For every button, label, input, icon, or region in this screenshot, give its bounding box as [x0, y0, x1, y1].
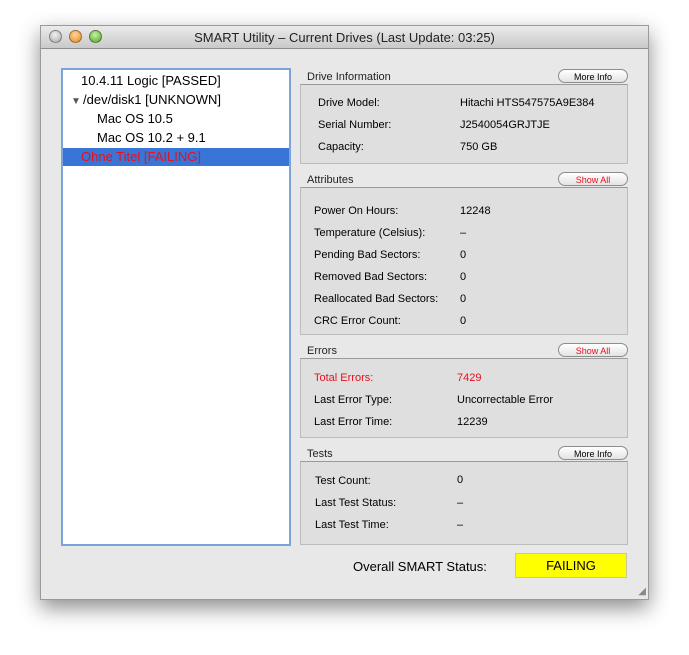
tree-item-label: Mac OS 10.5: [97, 111, 173, 126]
removed-bad-sectors-label: Removed Bad Sectors:: [314, 271, 428, 283]
errors-show-all-button[interactable]: Show All: [558, 343, 628, 357]
serial-number-value: J2540054GRJTJE: [460, 119, 550, 131]
capacity-label: Capacity:: [318, 141, 364, 153]
last-test-status-value: –: [457, 497, 464, 509]
errors-title: Errors: [307, 345, 337, 357]
attributes-title: Attributes: [307, 174, 354, 186]
tree-item-label: Mac OS 10.2 + 9.1: [97, 130, 206, 145]
tests-title: Tests: [307, 448, 333, 460]
last-error-type-label: Last Error Type:: [314, 394, 393, 406]
attributes-show-all-button[interactable]: Show All: [558, 172, 628, 186]
total-errors-value: 7429: [457, 372, 482, 384]
tree-item-disk1[interactable]: ▼/dev/disk1 [UNKNOWN]: [63, 91, 289, 109]
last-test-time-value: –: [457, 519, 464, 531]
window-title: SMART Utility – Current Drives (Last Upd…: [194, 30, 495, 45]
drive-info-more-info-button[interactable]: More Info: [558, 69, 628, 83]
test-count-value: 0: [457, 474, 464, 486]
reallocated-bad-sectors-value: 0: [460, 293, 467, 305]
errors-panel: Total Errors: 7429 Last Error Type: Unco…: [300, 358, 628, 438]
tests-more-info-button[interactable]: More Info: [558, 446, 628, 460]
power-on-hours-label: Power On Hours:: [314, 205, 399, 217]
smart-utility-window: SMART Utility – Current Drives (Last Upd…: [40, 25, 649, 600]
last-error-time-label: Last Error Time:: [314, 416, 393, 428]
tests-panel: Test Count: 0 Last Test Status: – Last T…: [300, 461, 628, 545]
drive-model-value: Hitachi HTS547575A9E384: [460, 97, 595, 109]
tree-item-macos-10-5[interactable]: Mac OS 10.5: [63, 110, 289, 128]
tree-item-logic[interactable]: 10.4.11 Logic [PASSED]: [63, 72, 289, 90]
tree-item-label: /dev/disk1 [UNKNOWN]: [83, 92, 221, 107]
temperature-value: –: [460, 227, 467, 239]
drive-info-panel: Drive Model: Hitachi HTS547575A9E384 Ser…: [300, 84, 628, 164]
last-error-type-value: Uncorrectable Error: [457, 394, 553, 406]
total-errors-label: Total Errors:: [314, 372, 374, 384]
tree-item-ohne-titel[interactable]: Ohne Titel [FAILING]: [63, 148, 289, 166]
resize-grip-icon[interactable]: ◢: [638, 586, 646, 597]
drive-model-label: Drive Model:: [318, 97, 380, 109]
last-test-time-label: Last Test Time:: [315, 519, 389, 531]
overall-status-label: Overall SMART Status:: [353, 559, 487, 574]
drive-list[interactable]: 10.4.11 Logic [PASSED] ▼/dev/disk1 [UNKN…: [61, 68, 291, 546]
tree-item-label: Ohne Titel [FAILING]: [81, 149, 201, 164]
pending-bad-sectors-label: Pending Bad Sectors:: [314, 249, 421, 261]
removed-bad-sectors-value: 0: [460, 271, 467, 283]
temperature-label: Temperature (Celsius):: [314, 227, 426, 239]
test-count-label: Test Count:: [315, 475, 371, 487]
disclosure-triangle-icon[interactable]: ▼: [71, 93, 83, 111]
title-bar[interactable]: SMART Utility – Current Drives (Last Upd…: [41, 26, 648, 49]
tree-item-macos-10-2[interactable]: Mac OS 10.2 + 9.1: [63, 129, 289, 147]
pending-bad-sectors-value: 0: [460, 249, 467, 261]
last-error-time-value: 12239: [457, 416, 488, 428]
last-test-status-label: Last Test Status:: [315, 497, 397, 509]
tree-item-label: 10.4.11 Logic [PASSED]: [81, 73, 221, 88]
overall-status-badge: FAILING: [515, 553, 627, 578]
reallocated-bad-sectors-label: Reallocated Bad Sectors:: [314, 293, 439, 305]
crc-error-count-value: 0: [460, 315, 467, 327]
crc-error-count-label: CRC Error Count:: [314, 315, 401, 327]
attributes-panel: Power On Hours: 12248 Temperature (Celsi…: [300, 187, 628, 335]
serial-number-label: Serial Number:: [318, 119, 392, 131]
power-on-hours-value: 12248: [460, 205, 491, 217]
drive-info-title: Drive Information: [307, 71, 391, 83]
capacity-value: 750 GB: [460, 141, 498, 153]
